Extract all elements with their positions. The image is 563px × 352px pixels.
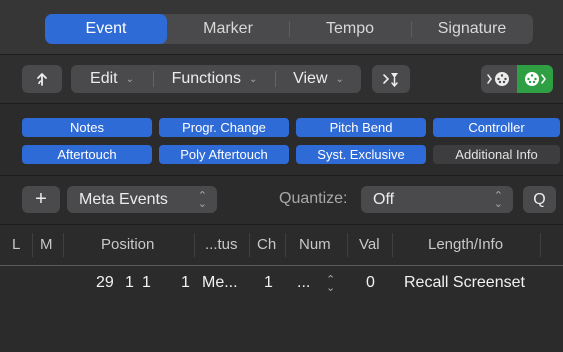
column-divider [249, 233, 250, 257]
tab-signature-label: Signature [437, 20, 507, 37]
event-list: 29 1 1 1 Me... 1 ... ⌃ ⌄ 0 Recall Screens… [0, 266, 563, 352]
filter-system-exclusive[interactable]: Syst. Exclusive [296, 145, 426, 164]
tab-event-label: Event [85, 20, 127, 37]
add-event-button[interactable]: + [22, 186, 60, 213]
midi-io-group [481, 65, 553, 93]
tab-tempo-label: Tempo [325, 20, 375, 37]
event-type-select[interactable]: Meta Events ⌃ ⌄ [67, 186, 217, 213]
column-header-l[interactable]: L [12, 236, 20, 253]
event-filter-panel: Notes Progr. Change Pitch Bend Controlle… [0, 104, 563, 176]
up-down-chevron-icon: ⌃ ⌄ [197, 190, 207, 210]
filter-poly-aftertouch[interactable]: Poly Aftertouch [159, 145, 289, 164]
filter-pitch-bend[interactable]: Pitch Bend [296, 118, 426, 137]
midi-in-icon [487, 72, 509, 86]
quantize-q-label: Q [533, 190, 546, 208]
column-divider [392, 233, 393, 257]
edit-menu[interactable]: Edit ⌄ [71, 65, 153, 93]
add-icon: + [35, 188, 47, 210]
filter-controller[interactable]: Controller [433, 118, 560, 137]
column-header-position[interactable]: Position [101, 236, 154, 253]
channel-cell: 1 [264, 274, 273, 291]
up-down-chevron-icon[interactable]: ⌃ ⌄ [326, 275, 335, 294]
tab-marker-label: Marker [203, 20, 253, 37]
midi-out-filter-icon [383, 73, 398, 88]
filter-poly-aftertouch-label: Poly Aftertouch [180, 147, 268, 162]
column-header-val[interactable]: Val [359, 236, 380, 253]
filter-additional-info-label: Additional Info [455, 147, 538, 162]
column-divider [285, 233, 286, 257]
view-tabs: Event Marker Tempo Signature [45, 14, 533, 44]
menu-group: Edit ⌄ Functions ⌄ View ⌄ [71, 65, 361, 93]
hierarchy-up-button[interactable] [22, 65, 62, 93]
quantize-value: Off [373, 190, 395, 208]
filter-notes-label: Notes [70, 120, 104, 135]
column-header-status[interactable]: ...tus [205, 236, 238, 253]
tab-tempo[interactable]: Tempo [289, 14, 411, 44]
midi-out-button[interactable] [517, 65, 553, 93]
tab-event[interactable]: Event [45, 14, 167, 44]
position-division: 1 [142, 274, 151, 291]
event-list-header: L M Position ...tus Ch Num Val Length/In… [0, 225, 563, 266]
filter-aftertouch[interactable]: Aftertouch [22, 145, 152, 164]
event-type-value: Meta Events [79, 190, 168, 208]
chevron-down-icon: ⌄ [248, 73, 258, 85]
column-header-num[interactable]: Num [299, 236, 331, 253]
view-menu-label: View [293, 70, 328, 87]
status-cell: Me... [202, 274, 238, 291]
midi-out-icon [525, 72, 546, 86]
tab-bar: Event Marker Tempo Signature [0, 0, 563, 55]
column-divider [32, 233, 33, 257]
filter-program-change-label: Progr. Change [182, 120, 266, 135]
filter-notes[interactable]: Notes [22, 118, 152, 137]
quantize-q-button[interactable]: Q [523, 186, 556, 213]
quantize-label: Quantize: [279, 190, 348, 207]
quantize-select[interactable]: Off ⌃ ⌄ [361, 186, 513, 213]
toolbar: Edit ⌄ Functions ⌄ View ⌄ [0, 55, 563, 104]
midi-in-button[interactable] [481, 65, 517, 93]
column-header-length-info[interactable]: Length/Info [428, 236, 503, 253]
view-menu[interactable]: View ⌄ [276, 65, 361, 93]
chevron-down-icon: ⌄ [125, 73, 134, 85]
filter-pitch-bend-label: Pitch Bend [329, 120, 393, 135]
column-divider [63, 233, 64, 257]
midi-out-filter-button[interactable] [372, 65, 410, 93]
arrow-up-from-branch-icon [37, 73, 47, 86]
column-divider [347, 233, 348, 257]
functions-menu-label: Functions [171, 70, 241, 87]
column-header-channel[interactable]: Ch [257, 236, 276, 253]
filter-program-change[interactable]: Progr. Change [159, 118, 289, 137]
filter-controller-label: Controller [468, 120, 525, 135]
value-cell: 0 [366, 274, 375, 291]
tab-signature[interactable]: Signature [411, 14, 533, 44]
filter-system-exclusive-label: Syst. Exclusive [317, 147, 405, 162]
num-cell: ... [297, 274, 311, 291]
position-tick: 1 [181, 274, 190, 291]
position-bar: 29 [96, 274, 114, 291]
table-row[interactable]: 29 1 1 1 Me... 1 ... ⌃ ⌄ 0 Recall Screens… [0, 266, 563, 300]
column-divider [194, 233, 195, 257]
column-divider [540, 233, 541, 257]
position-beat: 1 [125, 274, 134, 291]
length-info-cell: Recall Screenset [404, 274, 525, 291]
chevron-down-icon: ⌄ [335, 73, 344, 85]
create-bar: + Meta Events ⌃ ⌄ Quantize: Off ⌃ ⌄ Q [0, 176, 563, 225]
filter-additional-info[interactable]: Additional Info [433, 145, 560, 164]
functions-menu[interactable]: Functions ⌄ [154, 65, 275, 93]
tab-marker[interactable]: Marker [167, 14, 289, 44]
edit-menu-label: Edit [90, 70, 118, 87]
up-down-chevron-icon: ⌃ ⌄ [493, 190, 503, 210]
filter-aftertouch-label: Aftertouch [57, 147, 117, 162]
column-header-m[interactable]: M [40, 236, 53, 253]
